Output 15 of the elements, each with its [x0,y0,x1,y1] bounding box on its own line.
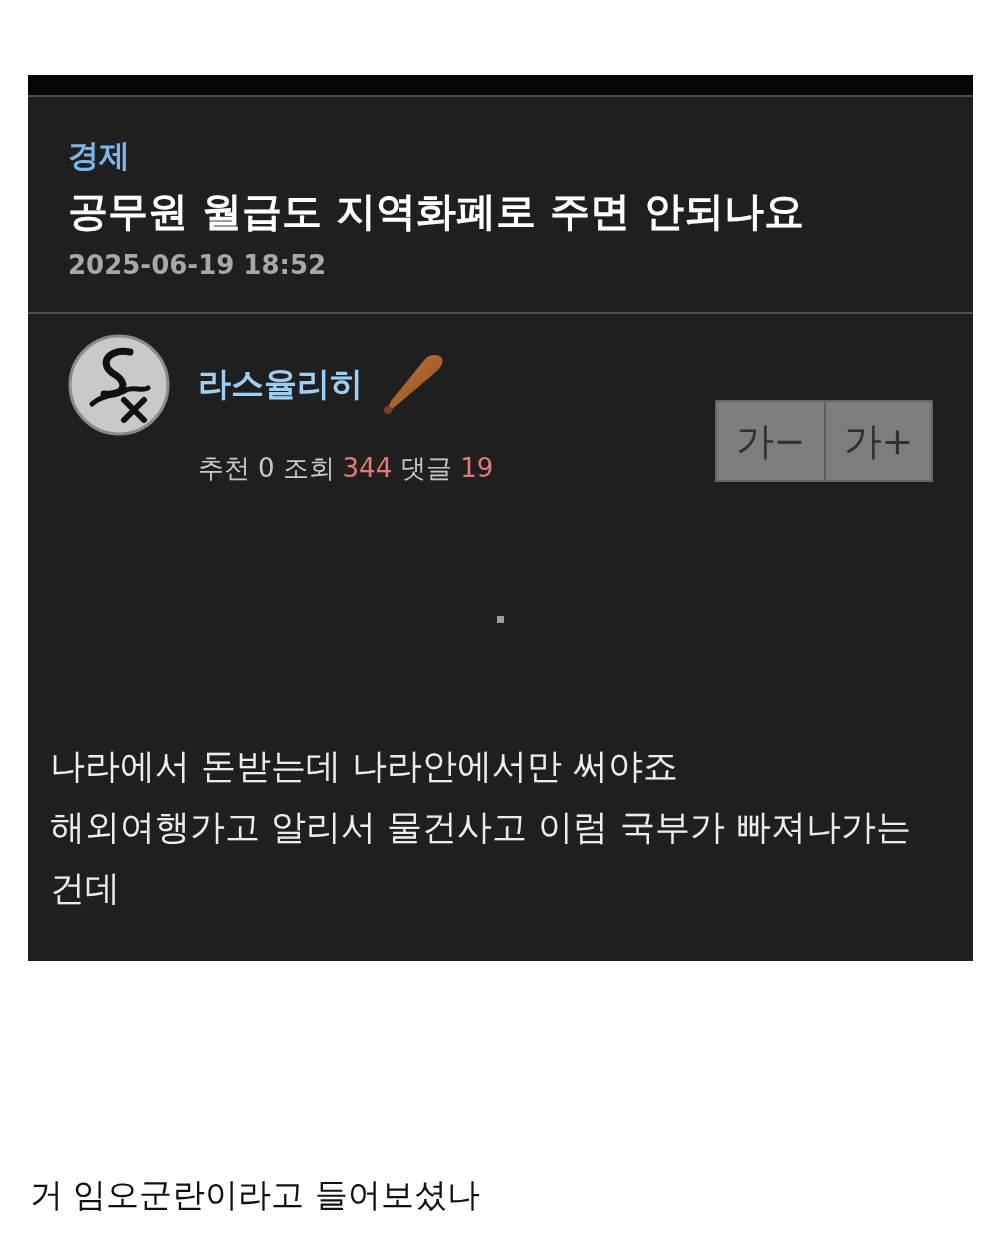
category-label[interactable]: 경제 [68,133,933,177]
stat-label: 조회 [282,452,335,485]
post-date: 2025-06-19 18:52 [68,249,328,282]
avatar-icon [68,334,170,436]
comment-text: 거 임오군란이라고 들어보셨나 [30,1174,481,1216]
author-name[interactable]: 라스율리히 [198,362,363,406]
baseball-bat-icon [381,353,445,415]
post-title: 공무원 월급도 지역화폐로 주면 안되나요 [68,187,805,236]
post-body-text: 해외여행가고 알리서 물건사고 이럼 국부가 빠져나가는 건데 [50,806,912,910]
stat-value: 19 [460,452,494,485]
post-body-text: 나라에서 돈받는데 나라안에서만 써야죠 [50,745,680,788]
stat-value: 0 [258,452,275,485]
stat-value: 344 [342,452,393,485]
stat-label: 댓글 [400,452,453,485]
stat-label: 추천 [198,452,250,485]
